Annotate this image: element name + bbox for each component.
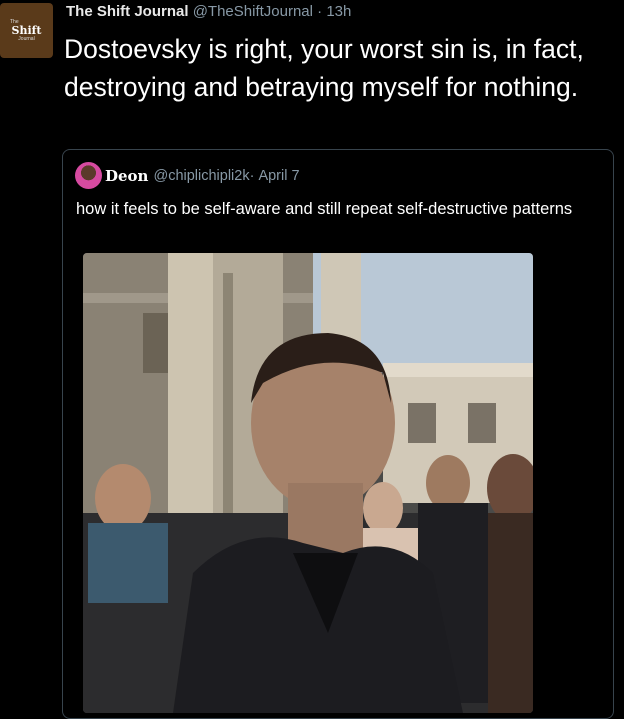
meta-separator: · [317, 3, 323, 20]
quoted-author-name[interactable]: Deon [105, 167, 148, 185]
tweet-time[interactable]: 13h [326, 3, 351, 20]
quoted-tweet-date[interactable]: April 7 [258, 168, 299, 184]
tweet-header: The Shift Journal @TheShiftJournal · 13h [66, 3, 351, 21]
author-handle[interactable]: @TheShiftJournal [193, 3, 313, 20]
quoted-author-handle[interactable]: @chiplichipli2k [153, 168, 249, 184]
author-name[interactable]: The Shift Journal [66, 3, 189, 20]
quoted-tweet-video[interactable] [83, 253, 533, 713]
quoted-meta-separator: · [249, 167, 255, 184]
user-avatar-icon[interactable] [75, 162, 102, 189]
quoted-tweet-card[interactable]: Deon @chiplichipli2k · April 7 how it fe… [62, 149, 614, 719]
quoted-tweet-text: how it feels to be self-aware and still … [76, 200, 573, 218]
tweet-text: Dostoevsky is right, your worst sin is, … [64, 34, 584, 102]
quoted-tweet-header: Deon @chiplichipli2k · April 7 [75, 162, 300, 189]
author-avatar[interactable]: The Shift Journal [0, 3, 53, 58]
video-frame [83, 253, 533, 713]
